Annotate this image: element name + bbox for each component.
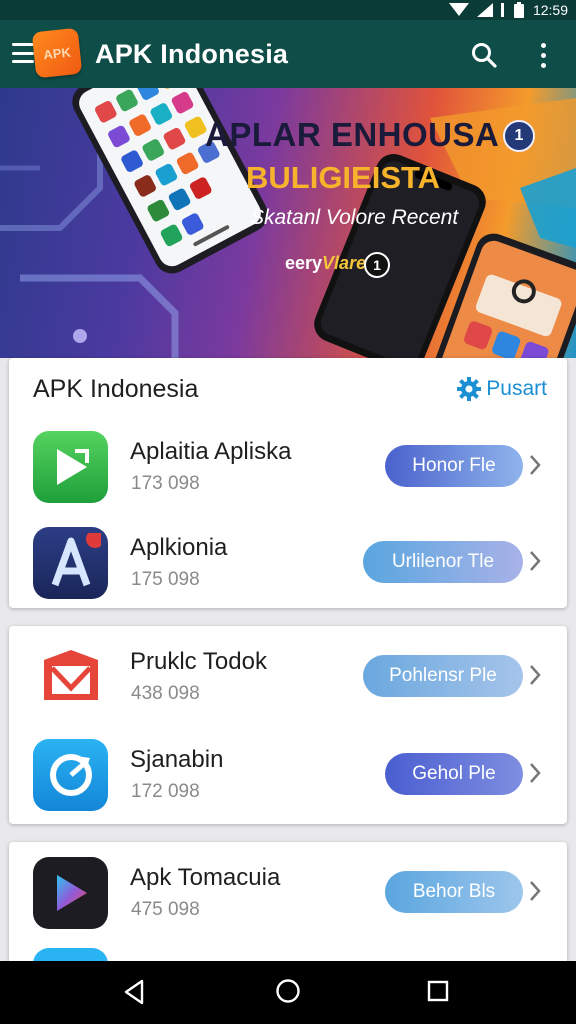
app-action-button[interactable]: Honor Fle: [385, 445, 523, 487]
banner-caption-a: eery: [285, 253, 323, 273]
navigation-bar: [0, 961, 576, 1024]
app-logo: APK: [31, 27, 83, 79]
apps-card-2: Pruklc Todok 438 098 Pohlensr Ple Sjanab…: [9, 626, 567, 824]
apps-card-3: Apk Tomacuia 475 098 Behor Bls: [9, 842, 567, 972]
refresh-label: Pusart: [486, 377, 547, 400]
chevron-right-icon[interactable]: [529, 880, 541, 902]
letter-a-icon: [33, 527, 108, 599]
signal-icon: [476, 3, 493, 17]
app-row[interactable]: Pruklc Todok 438 098 Pohlensr Ple: [9, 632, 567, 722]
app-row[interactable]: Apk Tomacuia 475 098 Behor Bls: [9, 848, 567, 938]
hamburger-menu-icon[interactable]: [12, 43, 34, 63]
banner-subtitle: BULIGIEISTA: [246, 160, 441, 195]
home-icon[interactable]: [275, 978, 301, 1004]
banner-badge: 1: [364, 252, 390, 278]
app-meta: 438 098: [131, 683, 200, 704]
app-name: Aplaitia Apliska: [130, 438, 292, 465]
wifi-icon: [448, 3, 469, 16]
app-meta: 475 098: [131, 899, 200, 920]
refresh-button[interactable]: Pusart: [456, 376, 547, 402]
app-bar: APK APK Indonesia: [0, 20, 576, 88]
banner-title: APLAR ENHOUSA: [205, 116, 500, 153]
chevron-right-icon[interactable]: [529, 762, 541, 784]
app-name: Sjanabin: [130, 746, 224, 773]
app-action-button[interactable]: Behor Bls: [385, 871, 523, 913]
promo-banner[interactable]: APLAR ENHOUSA BULIGIEISTA Skatanl Volore…: [0, 88, 576, 358]
app-meta: 172 098: [131, 781, 200, 802]
app-row[interactable]: Aplaitia Apliska 173 098 Honor Fle: [9, 422, 567, 512]
app-title: APK Indonesia: [95, 39, 289, 69]
search-icon[interactable]: [471, 42, 497, 68]
gear-icon: [457, 377, 482, 401]
status-bar: 12:59: [0, 0, 576, 20]
app-row[interactable]: Sjanabin 172 098 Gehol Ple: [9, 730, 567, 820]
recent-apps-icon[interactable]: [427, 980, 449, 1002]
app-name: Apk Tomacuia: [130, 864, 281, 891]
chevron-right-icon[interactable]: [529, 454, 541, 476]
banner-caption: eeryVlare: [285, 253, 366, 274]
app-name: Aplkionia: [130, 534, 228, 561]
app-row[interactable]: Aplkionia 175 098 Urlilenor Tle: [9, 518, 567, 608]
overflow-menu-icon[interactable]: [534, 40, 552, 70]
app-meta: 175 098: [131, 569, 200, 590]
banner-tagline: Skatanl Volore Recent: [250, 206, 459, 229]
apps-card-1: APK Indonesia Pusart Aplaitia Apliska 17…: [9, 358, 567, 608]
app-action-button[interactable]: Gehol Ple: [385, 753, 523, 795]
app-action-button[interactable]: Pohlensr Ple: [363, 655, 523, 697]
app-meta: 173 098: [131, 473, 200, 494]
banner-caption-b: Vlare: [322, 253, 367, 273]
app-logo-text: APK: [42, 44, 72, 62]
sync-circle-icon: [33, 739, 108, 811]
status-icons: 12:59: [448, 0, 568, 20]
app-name: Pruklc Todok: [130, 648, 267, 675]
chevron-right-icon[interactable]: [529, 550, 541, 572]
battery-icon: [513, 2, 524, 18]
back-icon[interactable]: [122, 978, 146, 1006]
section-title: APK Indonesia: [33, 375, 199, 403]
gmail-envelope-icon: [33, 641, 108, 713]
app-action-button[interactable]: Urlilenor Tle: [363, 541, 523, 583]
status-time: 12:59: [532, 2, 568, 18]
signal-2-icon: [500, 3, 504, 17]
play-arrow-icon: [33, 431, 108, 503]
play-store-icon: [33, 857, 108, 929]
banner-info-button[interactable]: 1: [503, 120, 535, 152]
chevron-right-icon[interactable]: [529, 664, 541, 686]
